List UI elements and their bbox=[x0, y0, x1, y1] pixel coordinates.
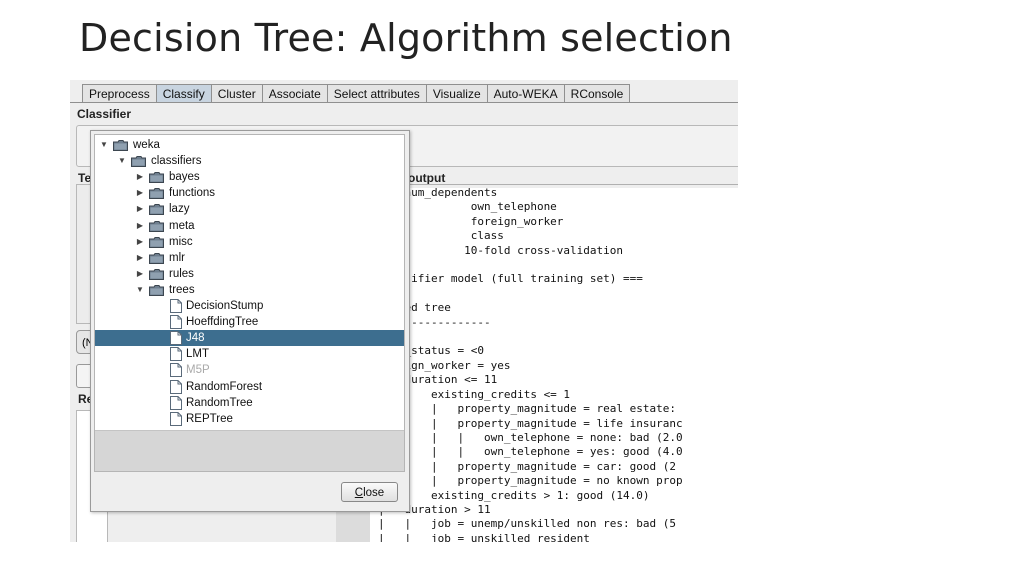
tree-item-label: HoeffdingTree bbox=[186, 316, 259, 329]
tree-folder-weka[interactable]: ▼ weka bbox=[95, 137, 404, 153]
tab-associate[interactable]: Associate bbox=[261, 84, 328, 103]
document-icon bbox=[170, 411, 182, 426]
tree-folder-classifiers[interactable]: ▼ classifiers bbox=[95, 153, 404, 169]
folder-icon bbox=[149, 252, 164, 264]
output-line: | | job = unemp/unskilled non res: bad (… bbox=[378, 517, 677, 531]
tab-preprocess[interactable]: Preprocess bbox=[82, 84, 157, 103]
document-icon bbox=[170, 395, 182, 410]
tree-item-label: weka bbox=[133, 139, 160, 151]
output-line: | | job = unskilled resident bbox=[378, 531, 590, 542]
expand-toggle-icon[interactable]: ▶ bbox=[135, 234, 145, 250]
expand-toggle-icon[interactable]: ▶ bbox=[135, 218, 145, 234]
tab-cluster[interactable]: Cluster bbox=[210, 84, 263, 103]
tree-item-label: M5P bbox=[186, 364, 210, 377]
tree-item-label: trees bbox=[169, 283, 195, 296]
output-line: | | | property_magnitude = real estate: bbox=[378, 402, 677, 416]
tree-item-hoeffdingtree[interactable]: HoeffdingTree bbox=[95, 314, 404, 330]
tree-item-label: DecisionStump bbox=[186, 300, 264, 312]
output-line: Classifier model (full training set) === bbox=[378, 272, 643, 286]
output-line: | | existing_credits > 1: good (14.0) bbox=[378, 488, 650, 502]
output-divider bbox=[390, 184, 738, 185]
classifier-chooser-popup: ▼ weka ▼ classifiers ▶ bayes ▶ functions ▶ lazy ▶ m… bbox=[90, 130, 410, 512]
tab-divider bbox=[70, 102, 738, 103]
collapse-toggle-icon[interactable]: ▼ bbox=[135, 282, 145, 298]
tree-item-label: REPTree bbox=[186, 412, 233, 425]
folder-icon bbox=[149, 204, 164, 216]
output-line: | | | | own_telephone = none: bad (2.0 bbox=[378, 430, 683, 444]
output-line: | | | | own_telephone = yes: good (4.0 bbox=[378, 445, 683, 459]
document-icon bbox=[170, 347, 182, 362]
document-icon bbox=[170, 363, 182, 378]
classifier-section-label: Classifier bbox=[77, 107, 132, 121]
expand-toggle-icon[interactable]: ▶ bbox=[135, 185, 145, 201]
output-line: | | | property_magnitude = no known prop bbox=[378, 474, 683, 488]
folder-open-icon bbox=[131, 156, 146, 168]
tree-folder-bayes[interactable]: ▶ bayes bbox=[95, 169, 404, 185]
tree-item-randomforest[interactable]: RandomForest bbox=[95, 379, 404, 395]
tab-select-attributes[interactable]: Select attributes bbox=[326, 84, 427, 103]
close-button[interactable]: Close bbox=[341, 482, 398, 502]
close-label-rest: lose bbox=[363, 487, 385, 499]
folder-open-icon bbox=[149, 284, 164, 296]
tree-folder-misc[interactable]: ▶ misc bbox=[95, 234, 404, 250]
tree-folder-rules[interactable]: ▶ rules bbox=[95, 266, 404, 282]
tree-item-label: mlr bbox=[169, 251, 185, 264]
output-text-content: num_dependents own_telephone foreign_wor… bbox=[378, 188, 683, 542]
collapse-toggle-icon[interactable]: ▼ bbox=[117, 153, 127, 169]
folder-icon bbox=[149, 236, 164, 248]
expand-toggle-icon[interactable]: ▶ bbox=[135, 201, 145, 217]
document-icon bbox=[170, 331, 182, 346]
tree-item-randomtree[interactable]: RandomTree bbox=[95, 395, 404, 411]
tree-folder-meta[interactable]: ▶ meta bbox=[95, 218, 404, 234]
tab-bar: Preprocess Classify Cluster Associate Select… bbox=[82, 84, 631, 103]
expand-toggle-icon[interactable]: ▶ bbox=[135, 169, 145, 185]
tree-empty-area bbox=[95, 430, 404, 471]
slide-title: Decision Tree: Algorithm selection bbox=[79, 16, 733, 60]
close-mnemonic: C bbox=[354, 487, 364, 499]
tree-item-j48[interactable]: J48 bbox=[95, 330, 404, 347]
folder-icon bbox=[149, 188, 164, 200]
expand-toggle-icon[interactable]: ▶ bbox=[135, 250, 145, 266]
tree-folder-mlr[interactable]: ▶ mlr bbox=[95, 250, 404, 266]
tree-item-label: classifiers bbox=[151, 155, 202, 168]
tree-item-label: J48 bbox=[186, 332, 205, 345]
classifier-tree[interactable]: ▼ weka ▼ classifiers ▶ bayes ▶ functions ▶ lazy ▶ m… bbox=[94, 134, 405, 472]
tree-item-label: RandomTree bbox=[186, 396, 253, 409]
tree-list: ▼ weka ▼ classifiers ▶ bayes ▶ functions ▶ lazy ▶ m… bbox=[95, 135, 404, 429]
tree-item-label: RandomForest bbox=[186, 380, 263, 393]
tree-item-label: rules bbox=[169, 267, 194, 280]
tab-auto-weka[interactable]: Auto-WEKA bbox=[486, 84, 565, 103]
tree-item-label: functions bbox=[169, 187, 216, 200]
output-line: | | | property_magnitude = life insuranc bbox=[378, 416, 683, 430]
output-line: mode: 10-fold cross-validation bbox=[378, 243, 624, 257]
tree-item-lmt[interactable]: LMT bbox=[95, 346, 404, 362]
tree-item-label: misc bbox=[169, 235, 193, 248]
tree-item-label: bayes bbox=[169, 171, 200, 184]
folder-icon bbox=[149, 172, 164, 184]
tab-visualize[interactable]: Visualize bbox=[425, 84, 488, 103]
tree-item-label: meta bbox=[169, 219, 195, 232]
document-icon bbox=[170, 379, 182, 394]
output-line: | | | property_magnitude = car: good (2 bbox=[378, 459, 677, 473]
tab-rconsole[interactable]: RConsole bbox=[563, 84, 631, 103]
document-icon bbox=[170, 299, 182, 313]
classifier-output-text[interactable]: num_dependents own_telephone foreign_wor… bbox=[370, 188, 738, 542]
collapse-toggle-icon[interactable]: ▼ bbox=[99, 137, 109, 153]
tree-item-m5p[interactable]: M5P bbox=[95, 362, 404, 378]
document-icon bbox=[170, 315, 182, 330]
tree-item-label: lazy bbox=[169, 203, 190, 216]
folder-open-icon bbox=[113, 140, 128, 151]
tree-folder-trees[interactable]: ▼ trees bbox=[95, 282, 404, 298]
tree-item-decisionstump[interactable]: DecisionStump bbox=[95, 298, 404, 314]
tab-classify[interactable]: Classify bbox=[155, 84, 212, 103]
expand-toggle-icon[interactable]: ▶ bbox=[135, 266, 145, 282]
tree-folder-functions[interactable]: ▶ functions bbox=[95, 185, 404, 201]
folder-icon bbox=[149, 268, 164, 280]
tree-item-label: LMT bbox=[186, 348, 209, 361]
folder-icon bbox=[149, 220, 164, 232]
tree-item-reptree[interactable]: REPTree bbox=[95, 411, 404, 427]
tree-folder-lazy[interactable]: ▶ lazy bbox=[95, 201, 404, 217]
